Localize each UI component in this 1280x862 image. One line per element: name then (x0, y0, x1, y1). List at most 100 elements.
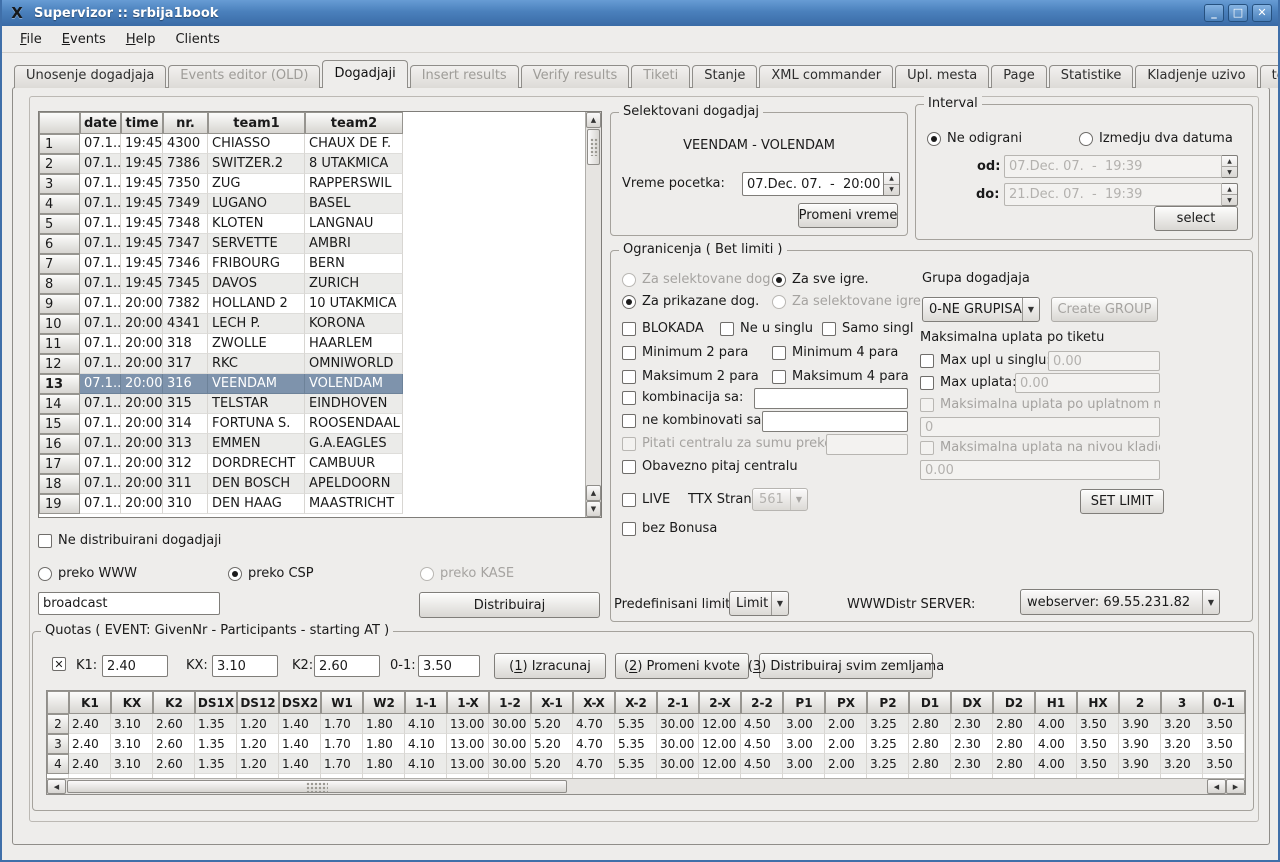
cell-x-x[interactable]: 4.70 (573, 714, 615, 734)
cell-date[interactable]: 07.1... (80, 374, 121, 394)
cell-k2[interactable]: 2.60 (153, 754, 195, 774)
cell-date[interactable]: 07.1... (80, 314, 121, 334)
cell-k1[interactable]: 2.40 (69, 754, 111, 774)
col-header-ds12[interactable]: DS12 (237, 691, 279, 714)
cell-1-2[interactable]: 30.00 (489, 734, 531, 754)
event-row-19[interactable]: 1907.1...20:00310DEN HAAGMAASTRICHT (39, 494, 585, 514)
row-number[interactable]: 2 (39, 154, 80, 174)
row-number[interactable]: 17 (39, 454, 80, 474)
cell-2-1[interactable]: 30.00 (657, 754, 699, 774)
cell-1-2[interactable]: 30.00 (489, 714, 531, 734)
cell-x-x[interactable]: 4.70 (573, 734, 615, 754)
col-header-dx[interactable]: DX (951, 691, 993, 714)
cell-k1[interactable]: 2.40 (69, 734, 111, 754)
cell-time[interactable]: 19:45 (121, 234, 163, 254)
cell-date[interactable]: 07.1... (80, 434, 121, 454)
col-header-3[interactable]: 3 (1161, 691, 1203, 714)
quota-row-4[interactable]: 42.403.102.601.351.201.401.701.804.1013.… (47, 754, 1245, 774)
spin-buttons[interactable]: ▲ ▼ (884, 172, 900, 196)
blokada-checkbox[interactable]: BLOKADA (622, 321, 704, 336)
ne-u-singlu-checkbox[interactable]: Ne u singlu (720, 321, 813, 336)
cell-date[interactable]: 07.1... (80, 134, 121, 154)
minimum-2-para-checkbox[interactable]: Minimum 2 para (622, 345, 748, 360)
cell-0-1[interactable]: 3.50 (1203, 734, 1245, 754)
cell-team1[interactable]: DEN BOSCH (208, 474, 305, 494)
cell-nr[interactable]: 7348 (163, 214, 208, 234)
corner-header[interactable] (47, 691, 69, 714)
cell-time[interactable]: 19:45 (121, 214, 163, 234)
cell-team2[interactable]: AMBRI (305, 234, 403, 254)
o1-input[interactable]: 3.50 (418, 655, 480, 677)
cell-w2[interactable]: 1.80 (363, 734, 405, 754)
quota-row-3[interactable]: 32.403.102.601.351.201.401.701.804.1013.… (47, 734, 1245, 754)
cell-team1[interactable]: VEENDAM (208, 374, 305, 394)
limit-dropdown[interactable]: Limit 1 ▼ (729, 591, 789, 616)
cell-d1[interactable]: 2.80 (909, 734, 951, 754)
menu-help[interactable]: Help (116, 29, 166, 50)
cell-team1[interactable]: LUGANO (208, 194, 305, 214)
cell-1-1[interactable]: 4.10 (405, 714, 447, 734)
col-header-d2[interactable]: D2 (993, 691, 1035, 714)
cell-p2[interactable]: 3.25 (867, 714, 909, 734)
col-header-k1[interactable]: K1 (69, 691, 111, 714)
broadcast-input[interactable] (38, 592, 220, 615)
scrollbar-track[interactable] (568, 779, 1207, 794)
cell-date[interactable]: 07.1... (80, 474, 121, 494)
cell-dsx2[interactable]: 1.40 (279, 734, 321, 754)
cell-d1[interactable]: 2.80 (909, 754, 951, 774)
select-button[interactable]: select (1154, 206, 1238, 231)
cell-nr[interactable]: 7386 (163, 154, 208, 174)
tab-page[interactable]: Page (991, 65, 1046, 88)
event-row-12[interactable]: 1207.1...20:00317RKCOMNIWORLD (39, 354, 585, 374)
cell-1-x[interactable]: 13.00 (447, 754, 489, 774)
maksimum-4-para-checkbox[interactable]: Maksimum 4 para (772, 369, 909, 384)
ne-kombinovati-sa-checkbox[interactable]: ne kombinovati sa: (622, 413, 766, 428)
scroll-left-icon-right[interactable]: ◀ (1207, 779, 1226, 794)
cell-2-1[interactable]: 30.00 (657, 714, 699, 734)
col-header-date[interactable]: date (80, 112, 121, 134)
col-header-1-x[interactable]: 1-X (447, 691, 489, 714)
col-header-dsx2[interactable]: DSX2 (279, 691, 321, 714)
cell-p1[interactable]: 3.00 (783, 734, 825, 754)
bez-bonusa-checkbox[interactable]: bez Bonusa (622, 521, 717, 536)
row-number[interactable]: 12 (39, 354, 80, 374)
col-header-hx[interactable]: HX (1077, 691, 1119, 714)
cell-ds1x[interactable]: 1.35 (195, 714, 237, 734)
cell-dx[interactable]: 2.30 (951, 714, 993, 734)
cell-time[interactable]: 20:00 (121, 434, 163, 454)
scroll-left-icon[interactable]: ◀ (47, 779, 66, 794)
maximize-icon[interactable]: □ (1228, 4, 1248, 22)
cell-time[interactable]: 19:45 (121, 274, 163, 294)
col-header-x-1[interactable]: X-1 (531, 691, 573, 714)
scrollbar-thumb[interactable] (587, 129, 600, 165)
ne-kombinovati-sa-input[interactable] (762, 411, 908, 432)
row-number[interactable]: 3 (47, 734, 69, 754)
cell-nr[interactable]: 7347 (163, 234, 208, 254)
cell-team2[interactable]: ZURICH (305, 274, 403, 294)
cell-x-2[interactable]: 5.35 (615, 734, 657, 754)
menu-clients[interactable]: Clients (165, 29, 229, 50)
cell-ds12[interactable]: 1.20 (237, 714, 279, 734)
obavezno-pitaj-centralu-checkbox[interactable]: Obavezno pitaj centralu (622, 459, 798, 474)
cell-time[interactable]: 19:45 (121, 194, 163, 214)
event-row-14[interactable]: 1407.1...20:00315TELSTAREINDHOVEN (39, 394, 585, 414)
cell-team1[interactable]: SWITZER.2 (208, 154, 305, 174)
cell-date[interactable]: 07.1... (80, 214, 121, 234)
col-header-x-2[interactable]: X-2 (615, 691, 657, 714)
cell-p1[interactable]: 3.00 (783, 754, 825, 774)
event-row-13[interactable]: 1307.1...20:00316VEENDAMVOLENDAM (39, 374, 585, 394)
ne-odigrani-radio[interactable]: Ne odigrani (927, 131, 1022, 146)
row-number[interactable]: 13 (39, 374, 80, 394)
row-number[interactable]: 2 (47, 714, 69, 734)
cell-px[interactable]: 2.00 (825, 714, 867, 734)
cell-time[interactable]: 19:45 (121, 254, 163, 274)
cell-date[interactable]: 07.1... (80, 394, 121, 414)
cell-team1[interactable]: LECH P. (208, 314, 305, 334)
col-header-1-1[interactable]: 1-1 (405, 691, 447, 714)
cell-team2[interactable]: 10 UTAKMICA (305, 294, 403, 314)
cell-date[interactable]: 07.1... (80, 334, 121, 354)
cell-dx[interactable]: 2.30 (951, 754, 993, 774)
scroll-down-icon[interactable]: ▼ (586, 501, 601, 517)
distribuiraj-svim-zemljama-button[interactable]: (3) Distribuiraj svim zemljama (759, 653, 933, 679)
cell-team2[interactable]: OMNIWORLD (305, 354, 403, 374)
